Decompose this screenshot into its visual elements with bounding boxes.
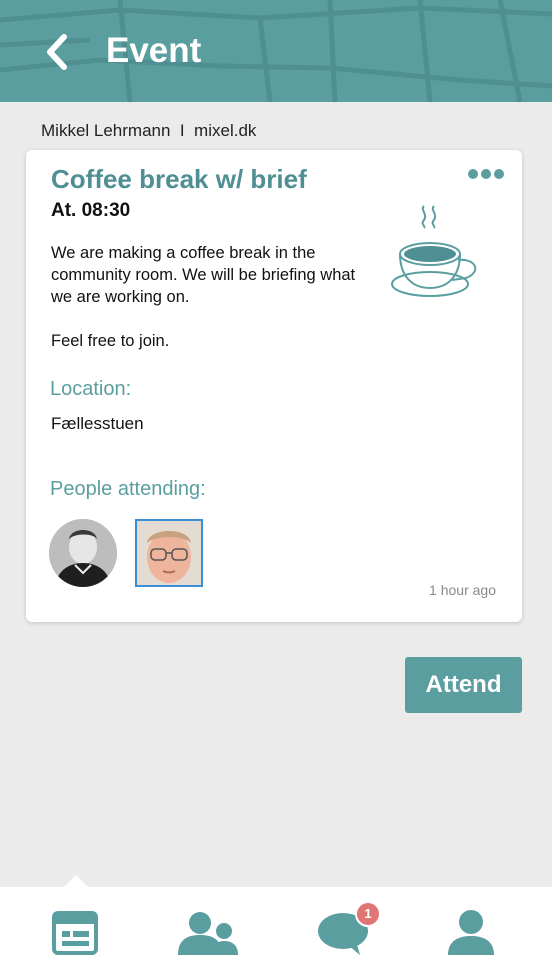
- more-options-button[interactable]: [466, 166, 506, 182]
- events-icon: [52, 911, 98, 955]
- attending-label: People attending:: [50, 478, 206, 500]
- chat-unread-badge: 1: [355, 901, 381, 927]
- nav-events-tab[interactable]: [26, 887, 126, 978]
- description-paragraph: We are making a coffee break in the comm…: [51, 244, 356, 306]
- back-button[interactable]: [42, 32, 76, 72]
- more-dots-icon: [468, 169, 504, 179]
- map-background: [0, 0, 552, 102]
- profile-icon: [448, 910, 494, 955]
- event-time: At. 08:30: [51, 200, 131, 221]
- people-icon: [178, 912, 238, 955]
- attend-button[interactable]: Attend: [405, 657, 522, 713]
- page-title: Event: [106, 31, 202, 70]
- active-tab-pointer: [64, 875, 88, 887]
- coffee-cup-icon: [391, 205, 477, 297]
- nav-profile-tab[interactable]: [422, 887, 522, 978]
- bottom-navigation: [0, 887, 552, 978]
- description-paragraph: Feel free to join.: [51, 332, 170, 350]
- attendee-photo: [137, 521, 201, 585]
- nav-chat-tab[interactable]: [296, 887, 396, 978]
- nav-people-tab[interactable]: [158, 887, 258, 978]
- event-description: We are making a coffee break in the comm…: [51, 242, 371, 352]
- event-timestamp: 1 hour ago: [429, 582, 496, 598]
- author-line: Mikkel Lehrmann I mixel.dk: [41, 121, 257, 140]
- location-label: Location:: [50, 378, 132, 400]
- attendee-avatar[interactable]: [49, 519, 117, 587]
- event-title: Coffee break w/ brief: [51, 164, 307, 194]
- attendee-avatar[interactable]: [135, 519, 203, 587]
- attendee-photo: [49, 519, 117, 587]
- event-card: Coffee break w/ brief At. 08:30 We are m…: [26, 150, 522, 622]
- location-value: Fællesstuen: [51, 414, 144, 433]
- chevron-left-icon: [47, 34, 67, 70]
- app-header: Event: [0, 0, 552, 102]
